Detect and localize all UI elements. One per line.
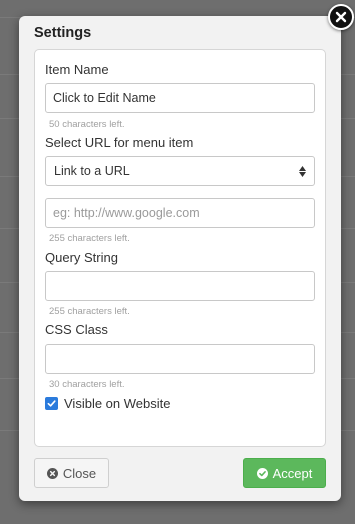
dialog-close-button[interactable] — [328, 4, 354, 30]
close-button-label: Close — [62, 465, 97, 481]
check-icon — [47, 400, 56, 407]
sort-icon — [299, 165, 306, 177]
item-name-label: Item Name — [45, 62, 109, 77]
close-button[interactable]: Close — [34, 458, 109, 488]
query-string-input[interactable] — [45, 271, 315, 301]
url-input-hint: 255 characters left. — [49, 233, 130, 244]
query-string-label: Query String — [45, 250, 118, 265]
css-class-input[interactable] — [45, 344, 315, 374]
url-type-select[interactable]: Link to a URL — [45, 156, 315, 186]
settings-dialog: Settings Item Name 50 characters left. S… — [19, 16, 341, 501]
dialog-title: Settings — [34, 25, 92, 41]
item-name-hint: 50 characters left. — [49, 119, 125, 130]
close-icon — [335, 11, 347, 23]
visible-on-website-option[interactable]: Visible on Website — [45, 396, 170, 411]
visible-checkbox-label: Visible on Website — [64, 396, 171, 411]
url-type-selected: Link to a URL — [54, 164, 130, 178]
query-string-hint: 255 characters left. — [49, 306, 130, 317]
accept-button[interactable]: Accept — [243, 458, 326, 488]
accept-button-label: Accept — [272, 465, 313, 481]
visible-checkbox[interactable] — [45, 397, 58, 410]
item-name-input[interactable] — [45, 83, 315, 113]
css-class-hint: 30 characters left. — [49, 379, 125, 390]
check-circle-icon — [256, 467, 268, 479]
times-circle-icon — [46, 467, 58, 479]
css-class-label: CSS Class — [45, 322, 108, 337]
url-input[interactable] — [45, 198, 315, 228]
url-select-label: Select URL for menu item — [45, 135, 194, 150]
settings-form-panel: Item Name 50 characters left. Select URL… — [34, 49, 326, 447]
